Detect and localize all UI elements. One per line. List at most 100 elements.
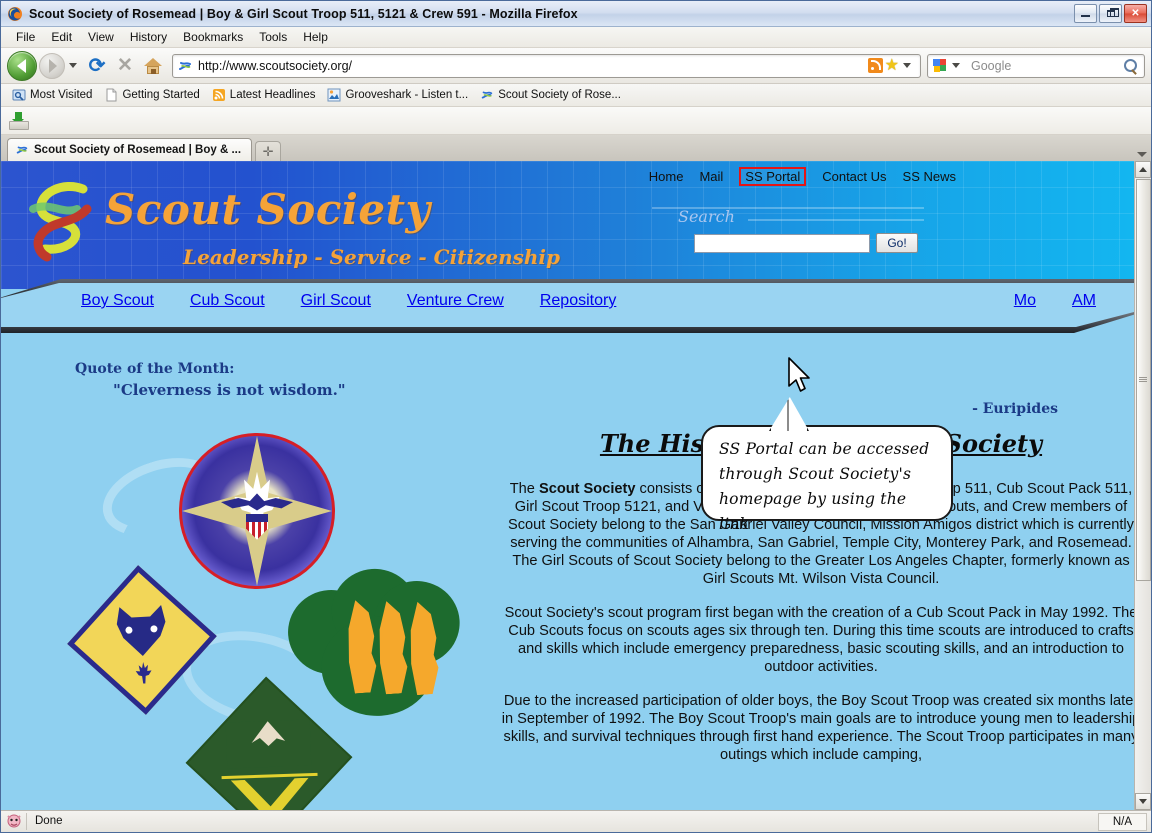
- site-logo-title: Scout Society: [105, 185, 431, 234]
- status-message: Done: [26, 813, 1098, 830]
- scrollbar-track[interactable]: [1135, 581, 1151, 793]
- topnav-ss-news[interactable]: SS News: [903, 169, 956, 184]
- web-page: Scout Society Leadership - Service - Cit…: [1, 161, 1134, 810]
- bookmark-label: Getting Started: [122, 89, 200, 101]
- rss-icon[interactable]: [867, 58, 883, 73]
- status-right-indicator: N/A: [1097, 812, 1147, 831]
- urlbar-dropdown-icon[interactable]: [903, 63, 911, 68]
- search-input[interactable]: Google: [971, 59, 1124, 73]
- home-button[interactable]: [140, 53, 166, 79]
- site-favicon: [177, 58, 193, 74]
- search-icon[interactable]: [1124, 58, 1138, 73]
- bookmark-star-icon[interactable]: ★: [885, 57, 899, 74]
- callout-tail: [769, 397, 809, 431]
- annotation-callout: SS Portal can be accessed through Scout …: [701, 397, 953, 533]
- scroll-down-button[interactable]: [1135, 793, 1151, 810]
- stop-button[interactable]: ✕: [112, 53, 138, 79]
- most-visited-icon: [12, 88, 26, 102]
- close-button[interactable]: ✕: [1124, 4, 1147, 23]
- bookmark-scout-society[interactable]: Scout Society of Rose...: [475, 87, 626, 103]
- tab-scout-society[interactable]: Scout Society of Rosemead | Boy & ...: [7, 138, 253, 161]
- topnav-ss-portal[interactable]: SS Portal: [739, 167, 807, 186]
- page-viewport: Scout Society Leadership - Service - Cit…: [1, 161, 1151, 810]
- bookmark-grooveshark[interactable]: Grooveshark - Listen t...: [322, 87, 473, 103]
- firefox-window: Scout Society of Rosemead | Boy & Girl S…: [0, 0, 1152, 833]
- p1-lead: The: [509, 481, 539, 497]
- bookmark-label: Most Visited: [30, 89, 93, 101]
- scout-society-logo-icon: [25, 179, 99, 267]
- nav-mo-truncated[interactable]: Mo: [1014, 292, 1036, 310]
- main-nav-right: Mo AM: [1014, 292, 1096, 310]
- nav-boy-scout[interactable]: Boy Scout: [81, 292, 154, 310]
- top-navigation: Home Mail SS Portal Contact Us SS News: [649, 167, 956, 186]
- nav-girl-scout[interactable]: Girl Scout: [301, 292, 371, 310]
- status-bar: Done N/A: [1, 810, 1151, 832]
- main-nav-left: Boy Scout Cub Scout Girl Scout Venture C…: [81, 292, 616, 310]
- url-bar[interactable]: http://www.scoutsociety.org/ ★: [172, 53, 921, 78]
- tab-list-dropdown-icon[interactable]: [1137, 152, 1147, 157]
- site-banner: Scout Society Leadership - Service - Cit…: [1, 161, 1134, 289]
- bookmark-label: Scout Society of Rose...: [498, 89, 621, 101]
- scoutsociety-icon: [480, 88, 494, 102]
- tab-strip: Scout Society of Rosemead | Boy & ... ✛: [1, 135, 1151, 161]
- downloads-icon[interactable]: [9, 111, 29, 130]
- reload-button[interactable]: ⟳: [84, 53, 110, 79]
- topnav-home[interactable]: Home: [649, 169, 684, 184]
- quote-attribution: - Euripides: [972, 401, 1058, 417]
- minimize-button[interactable]: [1074, 4, 1097, 23]
- title-bar: Scout Society of Rosemead | Boy & Girl S…: [1, 1, 1151, 27]
- bookmark-label: Grooveshark - Listen t...: [345, 89, 469, 101]
- site-search-input[interactable]: [694, 233, 870, 253]
- venturing-emblem: [185, 676, 353, 810]
- grooveshark-icon: [327, 88, 341, 102]
- search-bar[interactable]: Google: [927, 53, 1145, 78]
- menu-edit[interactable]: Edit: [43, 28, 80, 46]
- scout-emblems-group: [61, 433, 481, 810]
- search-rule-mid: [748, 219, 924, 221]
- back-button[interactable]: [7, 50, 37, 81]
- new-tab-button[interactable]: ✛: [255, 141, 282, 161]
- quote-of-the-month-text: "Cleverness is not wisdom.": [113, 381, 346, 399]
- scrollbar-thumb[interactable]: [1135, 179, 1151, 581]
- bookmark-most-visited[interactable]: Most Visited: [7, 87, 97, 103]
- nav-cub-scout[interactable]: Cub Scout: [190, 292, 265, 310]
- page-scrollbar[interactable]: [1134, 161, 1151, 810]
- bookmark-getting-started[interactable]: Getting Started: [99, 87, 204, 103]
- nav-repository[interactable]: Repository: [540, 292, 616, 310]
- tab-label: Scout Society of Rosemead | Boy & ...: [34, 144, 242, 156]
- url-text: http://www.scoutsociety.org/: [198, 58, 352, 73]
- restore-button[interactable]: [1099, 4, 1122, 23]
- scroll-up-button[interactable]: [1135, 161, 1151, 178]
- menu-file[interactable]: File: [8, 28, 43, 46]
- bookmarks-toolbar: Most Visited Getting Started Latest Head…: [1, 84, 1151, 107]
- addon-status-icon[interactable]: [5, 813, 23, 830]
- forward-button[interactable]: [39, 52, 65, 79]
- site-search-label: Search: [678, 207, 735, 226]
- nav-am-truncated[interactable]: AM: [1072, 292, 1096, 310]
- quote-of-the-month-label: Quote of the Month:: [75, 361, 235, 377]
- p1-bold-scout-society: Scout Society: [538, 481, 636, 497]
- site-search-go-button[interactable]: Go!: [876, 233, 918, 253]
- rss-icon: [212, 88, 226, 102]
- urlbar-buttons: ★: [867, 57, 916, 74]
- main-navigation-band: Boy Scout Cub Scout Girl Scout Venture C…: [1, 279, 1134, 333]
- nav-venture-crew[interactable]: Venture Crew: [407, 292, 504, 310]
- menu-view[interactable]: View: [80, 28, 122, 46]
- firefox-icon: [7, 6, 23, 22]
- bookmark-label: Latest Headlines: [229, 89, 316, 101]
- history-dropdown-icon[interactable]: [69, 63, 77, 68]
- topnav-mail[interactable]: Mail: [699, 169, 723, 184]
- menu-help[interactable]: Help: [295, 28, 336, 46]
- site-search-row: Go!: [694, 233, 918, 253]
- topnav-contact-us[interactable]: Contact Us: [822, 169, 886, 184]
- article-paragraph-3: Due to the increased participation of ol…: [501, 693, 1134, 763]
- window-title: Scout Society of Rosemead | Boy & Girl S…: [29, 6, 578, 21]
- menu-tools[interactable]: Tools: [251, 28, 295, 46]
- menu-bookmarks[interactable]: Bookmarks: [175, 28, 251, 46]
- home-icon: [144, 57, 162, 74]
- menu-bar: File Edit View History Bookmarks Tools H…: [1, 27, 1151, 48]
- search-engine-dropdown-icon[interactable]: [952, 63, 960, 68]
- menu-history[interactable]: History: [122, 28, 175, 46]
- bookmark-latest-headlines[interactable]: Latest Headlines: [207, 87, 321, 103]
- article-paragraph-2: Scout Society's scout program first bega…: [504, 605, 1134, 675]
